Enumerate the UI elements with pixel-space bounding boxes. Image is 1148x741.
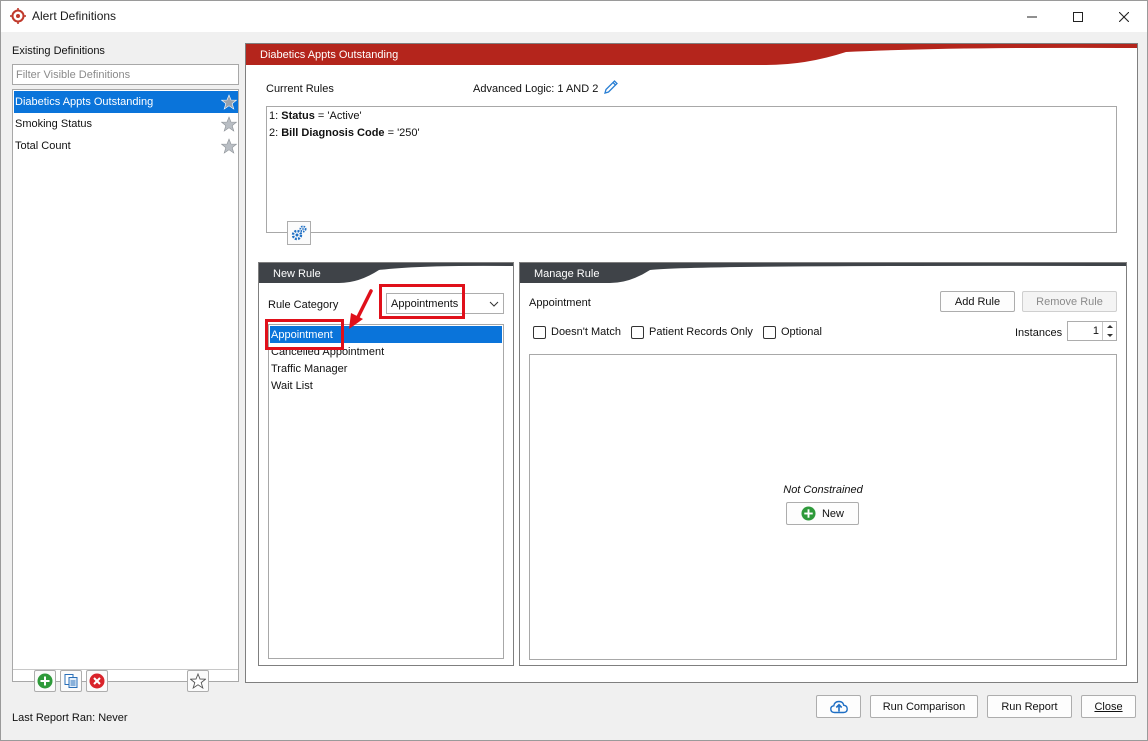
run-report-button[interactable]: Run Report — [987, 695, 1072, 718]
rule-field: Status — [281, 110, 315, 122]
advanced-logic-text: Advanced Logic: 1 AND 2 — [473, 83, 599, 95]
rule-settings-button[interactable] — [287, 221, 311, 245]
rule-field: Bill Diagnosis Code — [281, 127, 385, 139]
rule-line-2[interactable]: 2: Bill Diagnosis Code = '250' — [269, 127, 420, 139]
selected-rule-label: Appointment — [529, 297, 591, 309]
plus-circle-icon — [801, 506, 816, 521]
manage-rule-header-shape — [520, 263, 1126, 283]
chevron-down-icon — [489, 301, 499, 307]
current-rules-box[interactable]: 1: Status = 'Active' 2: Bill Diagnosis C… — [266, 106, 1117, 233]
annotation-highlight-category — [379, 284, 465, 319]
not-constrained-text: Not Constrained — [783, 484, 863, 496]
star-icon[interactable] — [221, 94, 237, 110]
close-window-button[interactable] — [1101, 1, 1147, 32]
definition-label: Smoking Status — [15, 118, 93, 130]
title-bar: Alert Definitions — [1, 1, 1147, 32]
instances-value: 1 — [1092, 325, 1099, 337]
delete-definition-button[interactable] — [86, 670, 108, 692]
delete-circle-icon — [89, 673, 105, 689]
checkbox-label: Patient Records Only — [649, 326, 753, 338]
window-title: Alert Definitions — [32, 9, 117, 23]
add-rule-button[interactable]: Add Rule — [940, 291, 1015, 312]
annotation-highlight-appointment — [265, 319, 344, 350]
definition-item-diabetics[interactable]: Diabetics Appts Outstanding — [14, 91, 238, 113]
instances-label: Instances — [1015, 327, 1063, 339]
category-item-traffic-manager[interactable]: Traffic Manager — [270, 360, 502, 377]
minimize-button[interactable] — [1009, 1, 1055, 32]
alert-definitions-window: Alert Definitions Existing Definitions D… — [0, 0, 1148, 741]
definition-label: Total Count — [15, 140, 71, 152]
definition-item-smoking[interactable]: Smoking Status — [14, 113, 238, 135]
run-comparison-button[interactable]: Run Comparison — [870, 695, 978, 718]
minimize-icon — [1027, 16, 1037, 17]
rule-number: 1: — [269, 110, 282, 122]
copy-icon — [64, 674, 78, 688]
definition-label: Diabetics Appts Outstanding — [15, 96, 154, 108]
plus-circle-icon — [37, 673, 53, 689]
checkbox-box — [631, 325, 644, 339]
optional-checkbox[interactable]: Optional — [763, 324, 822, 340]
definition-editor-panel: Diabetics Appts Outstanding Current Rule… — [245, 43, 1138, 683]
doesnt-match-checkbox[interactable]: Doesn't Match — [533, 324, 621, 340]
add-definition-button[interactable] — [34, 670, 56, 692]
rule-condition: = '250' — [384, 127, 420, 139]
checkbox-label: Optional — [781, 326, 822, 338]
edit-pencil-icon[interactable] — [603, 79, 619, 95]
maximize-button[interactable] — [1055, 1, 1101, 32]
checkbox-label: Doesn't Match — [551, 326, 621, 338]
current-rules-label: Current Rules — [266, 83, 334, 95]
instances-stepper[interactable]: 1 — [1067, 321, 1117, 341]
target-app-icon — [10, 8, 26, 24]
rule-category-list: Appointment Cancelled Appointment Traffi… — [268, 324, 504, 659]
patient-records-only-checkbox[interactable]: Patient Records Only — [631, 324, 753, 340]
manage-rule-title: Manage Rule — [534, 268, 600, 280]
copy-definition-button[interactable] — [60, 670, 82, 692]
maximize-icon — [1073, 11, 1083, 22]
rule-line-1[interactable]: 1: Status = 'Active' — [269, 110, 362, 122]
manage-rule-panel: Manage Rule Appointment Add Rule Remove … — [519, 262, 1127, 666]
chevron-down-icon[interactable] — [1103, 331, 1117, 340]
star-outline-icon — [190, 673, 206, 689]
stepper-arrows[interactable] — [1102, 322, 1116, 340]
definition-title: Diabetics Appts Outstanding — [260, 49, 399, 61]
star-icon[interactable] — [221, 116, 237, 132]
new-constraint-button[interactable]: New — [786, 502, 859, 525]
category-item-wait-list[interactable]: Wait List — [270, 377, 502, 394]
checkbox-box — [763, 325, 776, 339]
chevron-up-icon[interactable] — [1103, 322, 1117, 331]
constraint-area: Not Constrained New — [529, 354, 1117, 660]
category-item-label: Wait List — [271, 380, 313, 392]
close-button[interactable]: Close — [1081, 695, 1136, 718]
star-icon[interactable] — [221, 138, 237, 154]
favorite-button[interactable] — [187, 670, 209, 692]
rule-number: 2: — [269, 127, 282, 139]
rule-category-label: Rule Category — [268, 299, 339, 311]
upload-button[interactable] — [816, 695, 861, 718]
gears-icon — [291, 225, 307, 241]
annotation-arrow-icon — [349, 289, 373, 329]
definitions-list: Diabetics Appts Outstanding Smoking Stat… — [12, 89, 239, 682]
close-icon — [1119, 11, 1129, 22]
cloud-upload-icon — [829, 700, 848, 713]
new-rule-title: New Rule — [273, 268, 321, 280]
checkbox-box — [533, 325, 546, 339]
filter-definitions-input[interactable] — [12, 64, 239, 85]
category-item-label: Traffic Manager — [271, 363, 348, 375]
remove-rule-button[interactable]: Remove Rule — [1022, 291, 1117, 312]
new-button-label: New — [821, 507, 844, 520]
existing-definitions-label: Existing Definitions — [12, 45, 105, 57]
new-rule-panel: New Rule Rule Category Appointments Appo… — [258, 262, 514, 666]
definition-item-total-count[interactable]: Total Count — [14, 135, 238, 157]
last-report-status: Last Report Ran: Never — [12, 712, 128, 724]
definition-header: Diabetics Appts Outstanding — [246, 44, 1137, 65]
rule-condition: = 'Active' — [314, 110, 362, 122]
